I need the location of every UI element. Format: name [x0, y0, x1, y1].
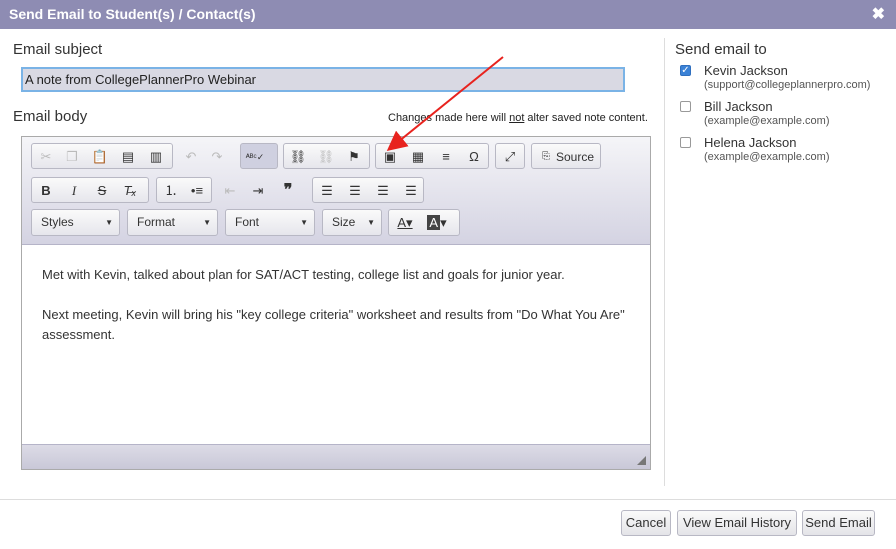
spellcheck-icon[interactable]: ᴬᴮᶜ✓: [245, 148, 265, 166]
table-icon[interactable]: ▦: [408, 148, 428, 166]
cut-icon[interactable]: ✂: [36, 148, 56, 166]
editor-statusbar: [22, 444, 650, 469]
body-paragraph-2: Next meeting, Kevin will bring his "key …: [42, 307, 625, 342]
bold-icon[interactable]: B: [36, 182, 56, 200]
dialog-titlebar: Send Email to Student(s) / Contact(s) ✖: [0, 0, 896, 29]
image-icon[interactable]: ▣: [380, 148, 400, 166]
recipient-checkbox[interactable]: [680, 101, 691, 112]
font-dropdown[interactable]: Font ▼: [225, 209, 315, 236]
send-to-label: Send email to: [675, 41, 767, 58]
remove-format-icon[interactable]: T̶ₓ: [120, 182, 140, 200]
source-icon: ⎘: [542, 151, 550, 162]
chevron-down-icon: ▼: [203, 218, 211, 227]
spellcheck-group: ᴬᴮᶜ✓: [240, 143, 278, 169]
footer-divider: [0, 499, 896, 500]
numbered-list-icon[interactable]: ⒈: [161, 182, 181, 200]
align-center-icon[interactable]: ☰: [345, 182, 365, 200]
recipient-name: Bill Jackson: [704, 99, 773, 114]
source-button[interactable]: ⎘ Source: [531, 143, 601, 169]
align-left-icon[interactable]: ☰: [317, 182, 337, 200]
list-group: ⒈ •≡: [156, 177, 212, 203]
indent-icon[interactable]: ⇥: [248, 182, 268, 200]
insert-group: ▣ ▦ ≡ Ω: [375, 143, 489, 169]
undo-icon[interactable]: ↶: [181, 148, 201, 166]
close-icon[interactable]: ✖: [872, 4, 885, 24]
chevron-down-icon: ▼: [367, 218, 375, 227]
column-divider: [664, 38, 665, 486]
email-subject-input[interactable]: A note from CollegePlannerPro Webinar: [21, 67, 625, 92]
horizontal-rule-icon[interactable]: ≡: [436, 148, 456, 166]
align-right-icon[interactable]: ☰: [373, 182, 393, 200]
recipient-checkbox[interactable]: ✓: [680, 65, 691, 76]
dialog-title: Send Email to Student(s) / Contact(s): [9, 6, 256, 22]
unlink-icon[interactable]: ⛓: [316, 148, 336, 166]
body-paragraph-1: Met with Kevin, talked about plan for SA…: [42, 267, 565, 282]
chevron-down-icon: ▼: [300, 218, 308, 227]
italic-icon[interactable]: I: [64, 182, 84, 200]
anchor-icon[interactable]: ⚑: [344, 148, 364, 166]
recipient-email: (example@example.com): [704, 115, 830, 127]
email-body-label: Email body: [13, 108, 88, 125]
recipient-name: Kevin Jackson: [704, 63, 788, 78]
cancel-button[interactable]: Cancel: [621, 510, 671, 536]
editor-content[interactable]: Met with Kevin, talked about plan for SA…: [22, 245, 650, 445]
recipient-name: Helena Jackson: [704, 135, 797, 150]
resize-handle-icon[interactable]: [637, 456, 646, 465]
special-char-icon[interactable]: Ω: [464, 148, 484, 166]
justify-icon[interactable]: ☰: [401, 182, 421, 200]
indent-group: ⇤ ⇥ ❞: [215, 177, 307, 203]
body-note: Changes made here will not alter saved n…: [388, 112, 648, 124]
send-email-button[interactable]: Send Email: [802, 510, 875, 536]
paste-word-icon[interactable]: ▥: [146, 148, 166, 166]
paste-icon[interactable]: 📋: [90, 148, 110, 166]
paste-text-icon[interactable]: ▤: [118, 148, 138, 166]
clipboard-group: ✂ ❐ 📋 ▤ ▥: [31, 143, 173, 169]
editor-toolbar: ✂ ❐ 📋 ▤ ▥ ↶ ↷ ᴬᴮᶜ✓ ⛓ ⛓ ⚑ ▣ ▦ ≡ Ω ⤢ ⎘ Sou…: [22, 137, 650, 245]
redo-icon[interactable]: ↷: [207, 148, 227, 166]
background-color-icon[interactable]: A ▾: [427, 214, 447, 232]
outdent-icon[interactable]: ⇤: [220, 182, 240, 200]
maximize-group: ⤢: [495, 143, 525, 169]
source-label: Source: [556, 150, 595, 164]
strike-icon[interactable]: S: [92, 182, 112, 200]
color-group: A▾ A ▾: [388, 209, 460, 236]
size-dropdown[interactable]: Size ▼: [322, 209, 382, 236]
links-group: ⛓ ⛓ ⚑: [283, 143, 370, 169]
recipient-email: (example@example.com): [704, 151, 830, 163]
bullet-list-icon[interactable]: •≡: [187, 182, 207, 200]
format-dropdown[interactable]: Format ▼: [127, 209, 218, 236]
rich-text-editor: ✂ ❐ 📋 ▤ ▥ ↶ ↷ ᴬᴮᶜ✓ ⛓ ⛓ ⚑ ▣ ▦ ≡ Ω ⤢ ⎘ Sou…: [21, 136, 651, 470]
recipient-checkbox[interactable]: [680, 137, 691, 148]
styles-dropdown[interactable]: Styles ▼: [31, 209, 120, 236]
basic-styles-group: B I S T̶ₓ: [31, 177, 149, 203]
copy-icon[interactable]: ❐: [62, 148, 82, 166]
maximize-icon[interactable]: ⤢: [500, 148, 520, 166]
align-group: ☰ ☰ ☰ ☰: [312, 177, 424, 203]
text-color-icon[interactable]: A▾: [395, 214, 415, 232]
blockquote-icon[interactable]: ❞: [278, 182, 298, 200]
view-email-history-button[interactable]: View Email History: [677, 510, 797, 536]
link-icon[interactable]: ⛓: [288, 148, 308, 166]
email-subject-label: Email subject: [13, 41, 103, 58]
chevron-down-icon: ▼: [105, 218, 113, 227]
undo-redo-group: ↶ ↷: [176, 143, 232, 169]
recipient-email: (support@collegeplannerpro.com): [704, 79, 871, 91]
